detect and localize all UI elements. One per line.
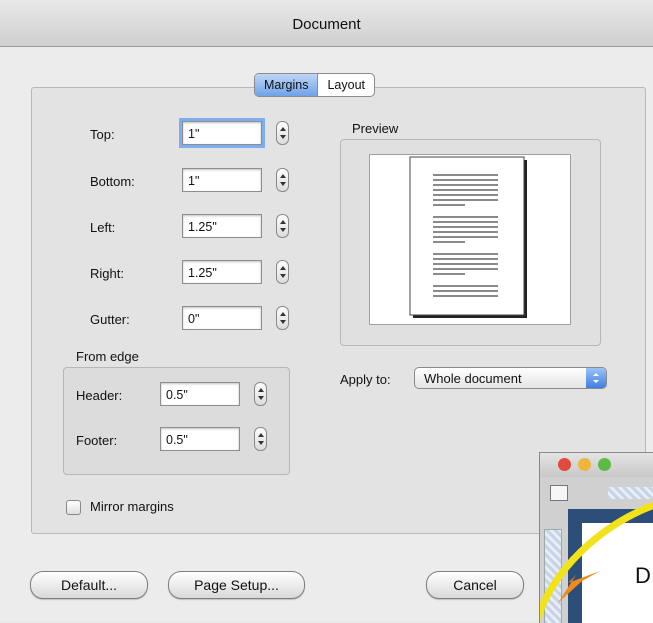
background-window: D (539, 452, 653, 623)
right-label: Right: (90, 266, 124, 281)
popup-arrows-icon (586, 368, 606, 388)
mirror-margins-label: Mirror margins (90, 499, 174, 514)
annotation-letter: D (635, 563, 651, 588)
apply-to-value: Whole document (424, 371, 522, 386)
page-preview (409, 156, 527, 318)
right-field[interactable]: 1.25" (182, 260, 262, 284)
mirror-margins-checkbox[interactable] (66, 500, 81, 515)
from-edge-title: From edge (76, 349, 139, 364)
right-stepper[interactable] (276, 260, 289, 284)
left-field[interactable]: 1.25" (182, 214, 262, 238)
tab-control: Margins Layout (254, 73, 375, 97)
left-label: Left: (90, 220, 116, 235)
gutter-stepper[interactable] (276, 306, 289, 330)
top-stepper[interactable] (276, 121, 289, 145)
bottom-field[interactable]: 1" (182, 168, 262, 192)
bottom-label: Bottom: (90, 174, 135, 189)
tab-layout[interactable]: Layout (318, 74, 374, 96)
left-stepper[interactable] (276, 214, 289, 238)
apply-to-popup[interactable]: Whole document (414, 367, 607, 389)
top-field[interactable]: 1" (179, 118, 265, 148)
gutter-field[interactable]: 0" (182, 306, 262, 330)
window-title: Document (292, 16, 361, 33)
footer-label: Footer: (76, 433, 118, 448)
apply-to-label: Apply to: (340, 372, 391, 387)
header-label: Header: (76, 388, 123, 403)
cancel-button[interactable]: Cancel (426, 571, 524, 599)
footer-field[interactable]: 0.5" (160, 427, 240, 451)
footer-stepper[interactable] (254, 427, 267, 451)
tab-margins[interactable]: Margins (255, 74, 319, 96)
gutter-label: Gutter: (90, 312, 130, 327)
preview-area (369, 154, 571, 325)
title-bar[interactable]: Document (0, 0, 653, 47)
preview-title: Preview (352, 121, 399, 136)
default-button[interactable]: Default... (30, 571, 148, 599)
top-label: Top: (90, 127, 115, 142)
header-field[interactable]: 0.5" (160, 382, 240, 406)
annotation-highlight (540, 501, 653, 623)
bottom-stepper[interactable] (276, 168, 289, 192)
page-setup-button[interactable]: Page Setup... (168, 571, 305, 599)
header-stepper[interactable] (254, 382, 267, 406)
